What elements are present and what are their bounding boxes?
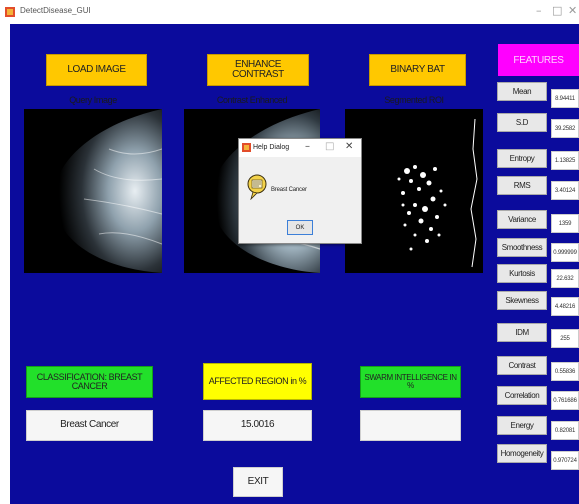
dialog-title: Help Dialog	[253, 144, 290, 151]
swarm-intelligence-label: SWARM INTELLIGENCE IN %	[360, 366, 461, 398]
minimize-icon[interactable]: –	[536, 4, 542, 17]
title-bar: DetectDisease_GUI – □ ✕	[0, 0, 579, 24]
dialog-close-icon[interactable]: ✕	[345, 141, 353, 152]
feature-entropy-value: 1.13825	[551, 151, 579, 170]
feature-idm-value: 255	[551, 329, 579, 348]
dialog-ok-button[interactable]: OK	[287, 220, 313, 235]
feature-contrast-label[interactable]: Contrast	[497, 356, 547, 375]
dialog-minimize-icon[interactable]: –	[305, 141, 310, 152]
query-image-caption: Query Image	[69, 95, 117, 105]
segmented-roi-caption: Segmented ROI	[384, 95, 444, 105]
contrast-enhanced-caption: Contrast Enhanced	[216, 95, 288, 105]
maximize-icon[interactable]: □	[552, 4, 562, 17]
feature-entropy-label[interactable]: Entropy	[497, 149, 547, 168]
app-window: DetectDisease_GUI – □ ✕ LOAD IMAGE ENHAN…	[0, 0, 579, 504]
feature-variance-label[interactable]: Variance	[497, 210, 547, 229]
classification-value: Breast Cancer	[26, 410, 153, 441]
feature-homogeneity-label[interactable]: Homogeneity	[497, 444, 547, 463]
feature-contrast-value: 0.55836	[551, 362, 579, 381]
feature-sd-value: 39.2582	[551, 119, 579, 138]
dialog-message: Breast Cancer	[271, 187, 307, 193]
app-icon	[5, 7, 15, 17]
feature-smoothness-value: 0.999999	[551, 243, 579, 262]
swarm-intelligence-value	[360, 410, 461, 441]
affected-region-label: AFFECTED REGION in %	[203, 363, 312, 400]
help-icon	[247, 174, 267, 200]
dialog-app-icon	[242, 143, 251, 152]
feature-homogeneity-value: 0.970724	[551, 451, 579, 470]
feature-energy-label[interactable]: Energy	[497, 416, 547, 435]
window-title: DetectDisease_GUI	[20, 6, 91, 15]
feature-skewness-label[interactable]: Skewness	[497, 291, 547, 310]
load-image-button[interactable]: LOAD IMAGE	[46, 54, 147, 86]
feature-variance-value: 1359	[551, 214, 579, 233]
exit-button[interactable]: EXIT	[233, 467, 283, 497]
enhance-contrast-button[interactable]: ENHANCE CONTRAST	[207, 54, 309, 86]
help-dialog: Help Dialog – □ ✕ Breast Cancer OK	[238, 138, 362, 244]
feature-idm-label[interactable]: IDM	[497, 323, 547, 342]
affected-region-value: 15.0016	[203, 410, 312, 441]
feature-smoothness-label[interactable]: Smoothness	[497, 238, 547, 257]
dialog-maximize-icon[interactable]: □	[325, 141, 334, 152]
close-icon[interactable]: ✕	[568, 4, 577, 17]
feature-mean-label[interactable]: Mean	[497, 82, 547, 101]
feature-rms-value: 3.40124	[551, 181, 579, 200]
classification-label: CLASSIFICATION: BREAST CANCER	[26, 366, 153, 398]
feature-mean-value: 8.94411	[551, 89, 579, 108]
feature-sd-label[interactable]: S.D	[497, 113, 547, 132]
dialog-title-bar: Help Dialog – □ ✕	[239, 139, 361, 157]
segmented-roi-image	[345, 109, 483, 273]
features-header: FEATURES	[498, 44, 579, 76]
feature-skewness-value: 4.48216	[551, 297, 579, 316]
binary-bat-button[interactable]: BINARY BAT	[369, 54, 466, 86]
query-image	[24, 109, 162, 273]
feature-correlation-value: 0.761686	[551, 391, 579, 410]
feature-kurtosis-label[interactable]: Kurtosis	[497, 264, 547, 283]
feature-correlation-label[interactable]: Correlation	[497, 386, 547, 405]
feature-kurtosis-value: 22.632	[551, 269, 579, 288]
feature-rms-label[interactable]: RMS	[497, 176, 547, 195]
feature-energy-value: 0.82081	[551, 421, 579, 440]
